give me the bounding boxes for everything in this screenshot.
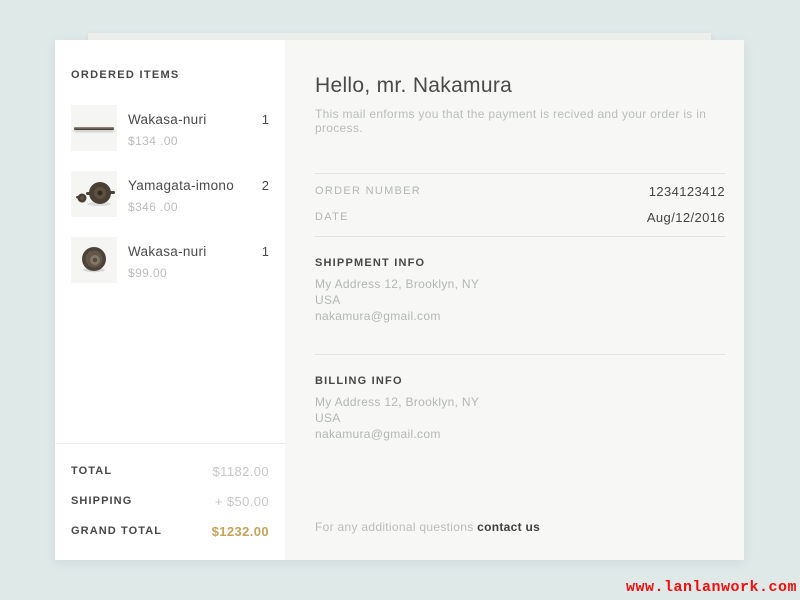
grand-total-value: $1232.00 — [212, 524, 269, 539]
item-name: Wakasa-nuri — [128, 112, 262, 127]
shipment-info-block: SHIPPMENT INFO My Address 12, Brooklyn, … — [315, 257, 725, 324]
billing-address: My Address 12, Brooklyn, NY USA nakamura… — [315, 394, 725, 442]
item-quantity: 1 — [262, 237, 269, 259]
item-price: $346 .00 — [128, 200, 262, 214]
order-details-panel: Hello, mr. Nakamura This mail enforms yo… — [285, 40, 744, 560]
item-price: $99.00 — [128, 266, 262, 280]
email-line: nakamura@gmail.com — [315, 426, 725, 442]
item-quantity: 1 — [262, 105, 269, 127]
ordered-items-list: Wakasa-nuri $134 .00 1 — [71, 105, 269, 303]
product-thumbnail — [71, 237, 117, 283]
ordered-item: Yamagata-imono $346 .00 2 — [71, 171, 269, 217]
totals-summary: TOTAL $1182.00 SHIPPING + $50.00 GRAND T… — [71, 444, 269, 546]
address-line: USA — [315, 410, 725, 426]
footer-text: For any additional questions — [315, 520, 474, 534]
greeting-title: Hello, mr. Nakamura — [315, 74, 725, 98]
ordered-item: Wakasa-nuri $99.00 1 — [71, 237, 269, 283]
item-info: Wakasa-nuri $99.00 — [128, 237, 262, 280]
address-line: My Address 12, Brooklyn, NY — [315, 276, 725, 292]
grand-total-label: GRAND TOTAL — [71, 525, 162, 537]
item-quantity: 2 — [262, 171, 269, 193]
shipping-value: + $50.00 — [215, 494, 269, 509]
address-line: USA — [315, 292, 725, 308]
item-name: Yamagata-imono — [128, 178, 262, 193]
bowl-icon — [71, 237, 117, 283]
chopsticks-icon — [74, 127, 114, 130]
email-line: nakamura@gmail.com — [315, 308, 725, 324]
shipping-label: SHIPPING — [71, 495, 132, 507]
shipment-info-heading: SHIPPMENT INFO — [315, 257, 725, 269]
section-divider — [315, 236, 725, 237]
ordered-items-sidebar: ORDERED ITEMS Wakasa-nuri $134 .00 1 — [55, 40, 285, 560]
billing-info-block: BILLING INFO My Address 12, Brooklyn, NY… — [315, 375, 725, 442]
ordered-item: Wakasa-nuri $134 .00 1 — [71, 105, 269, 151]
item-info: Wakasa-nuri $134 .00 — [128, 105, 262, 148]
address-line: My Address 12, Brooklyn, NY — [315, 394, 725, 410]
section-divider — [315, 354, 725, 355]
billing-info-heading: BILLING INFO — [315, 375, 725, 387]
item-info: Yamagata-imono $346 .00 — [128, 171, 262, 214]
section-divider — [315, 173, 725, 174]
order-number-value: 1234123412 — [649, 184, 725, 199]
confirmation-message: This mail enforms you that the payment i… — [315, 107, 725, 135]
site-watermark: www.lanlanwork.com — [626, 579, 797, 596]
contact-us-link[interactable]: contact us — [477, 520, 540, 534]
order-date-label: DATE — [315, 211, 349, 223]
total-row: TOTAL $1182.00 — [71, 456, 269, 486]
order-meta: ORDER NUMBER 1234123412 DATE Aug/12/2016 — [315, 178, 725, 230]
shipment-address: My Address 12, Brooklyn, NY USA nakamura… — [315, 276, 725, 324]
shipping-row: SHIPPING + $50.00 — [71, 486, 269, 516]
product-thumbnail — [71, 171, 117, 217]
order-number-label: ORDER NUMBER — [315, 185, 421, 197]
order-number-row: ORDER NUMBER 1234123412 — [315, 178, 725, 204]
ordered-items-heading: ORDERED ITEMS — [71, 69, 269, 81]
total-value: $1182.00 — [213, 464, 269, 479]
grand-total-row: GRAND TOTAL $1232.00 — [71, 516, 269, 546]
order-confirmation-card: ORDERED ITEMS Wakasa-nuri $134 .00 1 — [55, 40, 744, 560]
footer-note: For any additional questions contact us — [315, 520, 725, 540]
order-date-row: DATE Aug/12/2016 — [315, 204, 725, 230]
teapot-icon — [71, 171, 117, 217]
product-thumbnail — [71, 105, 117, 151]
item-price: $134 .00 — [128, 134, 262, 148]
order-date-value: Aug/12/2016 — [647, 210, 725, 225]
item-name: Wakasa-nuri — [128, 244, 262, 259]
total-label: TOTAL — [71, 465, 112, 477]
